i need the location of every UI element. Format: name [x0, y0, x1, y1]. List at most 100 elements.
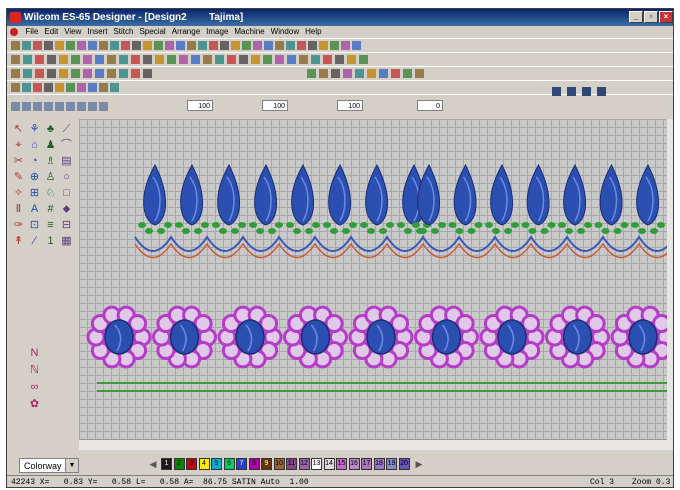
color-swatch-3[interactable]: 3	[186, 458, 197, 470]
property-tool-icon-6[interactable]	[66, 102, 75, 111]
view-tool-icon-16[interactable]	[191, 55, 200, 64]
arrange-tool-icon-8[interactable]	[95, 69, 104, 78]
property-field-1[interactable]: 100	[187, 100, 213, 111]
zigzag-tool-icon[interactable]: Ν	[27, 347, 42, 360]
menu-item-machine[interactable]: Machine	[231, 26, 267, 38]
flower-icon[interactable]: ▦	[59, 235, 74, 248]
standard-tool-icon-17[interactable]	[187, 41, 196, 50]
transform-tool-icon-3[interactable]	[33, 83, 42, 92]
transform-tool-icon-7[interactable]	[77, 83, 86, 92]
color-swatch-9[interactable]: 9	[261, 458, 272, 470]
color-swatch-17[interactable]: 17	[361, 458, 372, 470]
chevron-down-icon[interactable]: ▼	[65, 459, 78, 472]
transform-tool-icon-4[interactable]	[44, 83, 53, 92]
circle-icon[interactable]: ✂	[11, 155, 26, 168]
color-swatch-7[interactable]: 7	[236, 458, 247, 470]
node-tool-icon-7[interactable]	[379, 69, 388, 78]
view-tool-icon-18[interactable]	[215, 55, 224, 64]
property-tool-icon-3[interactable]	[33, 102, 42, 111]
monogram-icon[interactable]: ⌒	[59, 139, 74, 152]
standard-tool-icon-27[interactable]	[297, 41, 306, 50]
menu-item-arrange[interactable]: Arrange	[169, 26, 203, 38]
select-mode-icon-4[interactable]	[597, 87, 606, 96]
color-swatch-20[interactable]: 20	[398, 458, 410, 470]
color-swatch-15[interactable]: 15	[336, 458, 347, 470]
transform-tool-icon-8[interactable]	[88, 83, 97, 92]
view-tool-icon-28[interactable]	[335, 55, 344, 64]
transform-tool-icon-9[interactable]	[99, 83, 108, 92]
hatch-icon[interactable]: ♗	[43, 155, 58, 168]
arrange-tool-icon-7[interactable]	[83, 69, 92, 78]
view-tool-icon-6[interactable]	[71, 55, 80, 64]
menu-item-file[interactable]: File	[23, 26, 42, 38]
transform-tool-icon-1[interactable]	[11, 83, 20, 92]
color-swatch-1[interactable]: 1	[161, 458, 172, 470]
zigzag-icon[interactable]: #	[43, 203, 58, 216]
standard-tool-icon-13[interactable]	[143, 41, 152, 50]
view-tool-icon-15[interactable]	[179, 55, 188, 64]
swirl-tool-icon[interactable]: ∞	[27, 381, 42, 394]
app-icon[interactable]	[10, 12, 21, 23]
needle-icon[interactable]: ✎	[11, 171, 26, 184]
standard-tool-icon-10[interactable]	[110, 41, 119, 50]
reshape-icon[interactable]: ⚘	[27, 123, 42, 136]
view-tool-icon-2[interactable]	[23, 55, 32, 64]
arrange-tool-icon-12[interactable]	[143, 69, 152, 78]
standard-tool-icon-23[interactable]	[253, 41, 262, 50]
view-tool-icon-30[interactable]	[359, 55, 368, 64]
standard-tool-icon-2[interactable]	[22, 41, 31, 50]
bean-icon[interactable]: A	[27, 203, 42, 216]
standard-tool-icon-18[interactable]	[198, 41, 207, 50]
swirl-icon[interactable]: 1	[43, 235, 58, 248]
property-field-2[interactable]: 100	[262, 100, 288, 111]
menu-item-special[interactable]: Special	[136, 26, 168, 38]
flower-tool-icon[interactable]: ✿	[27, 398, 42, 411]
arrange-tool-icon-2[interactable]	[23, 69, 32, 78]
menu-item-image[interactable]: Image	[203, 26, 231, 38]
view-tool-icon-25[interactable]	[299, 55, 308, 64]
menu-item-view[interactable]: View	[61, 26, 84, 38]
color-swatch-11[interactable]: 11	[286, 458, 297, 470]
arrow-icon[interactable]: ⬥	[59, 203, 74, 216]
curve-icon[interactable]: ≡	[43, 219, 58, 232]
view-tool-icon-11[interactable]	[131, 55, 140, 64]
standard-tool-icon-4[interactable]	[44, 41, 53, 50]
palette-next-icon[interactable]: ▶	[413, 458, 425, 470]
color-swatch-14[interactable]: 14	[323, 458, 335, 470]
standard-tool-icon-31[interactable]	[341, 41, 350, 50]
property-tool-icon-4[interactable]	[44, 102, 53, 111]
node-tool-icon-4[interactable]	[343, 69, 352, 78]
color-swatch-18[interactable]: 18	[373, 458, 385, 470]
view-tool-icon-23[interactable]	[275, 55, 284, 64]
property-tool-icon-9[interactable]	[99, 102, 108, 111]
design-canvas[interactable]	[79, 119, 667, 439]
standard-tool-icon-25[interactable]	[275, 41, 284, 50]
grid-icon[interactable]: ✧	[11, 187, 26, 200]
standard-tool-icon-21[interactable]	[231, 41, 240, 50]
select-mode-icon-1[interactable]	[552, 87, 561, 96]
scale-icon[interactable]: ○	[59, 171, 74, 184]
view-tool-icon-29[interactable]	[347, 55, 356, 64]
standard-tool-icon-15[interactable]	[165, 41, 174, 50]
feather-icon[interactable]: □	[59, 187, 74, 200]
view-tool-icon-9[interactable]	[107, 55, 116, 64]
rect-icon[interactable]: ▤	[59, 155, 74, 168]
view-tool-icon-14[interactable]	[167, 55, 176, 64]
close-button[interactable]: ×	[659, 11, 673, 23]
shape-icon[interactable]: ✑	[11, 219, 26, 232]
standard-tool-icon-20[interactable]	[220, 41, 229, 50]
standard-tool-icon-19[interactable]	[209, 41, 218, 50]
view-tool-icon-4[interactable]	[47, 55, 56, 64]
arrange-tool-icon-11[interactable]	[131, 69, 140, 78]
standard-tool-icon-28[interactable]	[308, 41, 317, 50]
standard-tool-icon-11[interactable]	[121, 41, 130, 50]
color-swatch-13[interactable]: 13	[311, 458, 322, 470]
menu-item-window[interactable]: Window	[268, 26, 302, 38]
select-mode-icon-2[interactable]	[567, 87, 576, 96]
view-tool-icon-10[interactable]	[119, 55, 128, 64]
select-mode-icon-3[interactable]	[582, 87, 591, 96]
square-icon[interactable]: ⌂	[27, 139, 42, 152]
standard-tool-icon-3[interactable]	[33, 41, 42, 50]
property-tool-icon-1[interactable]	[11, 102, 20, 111]
arrange-tool-icon-3[interactable]	[35, 69, 44, 78]
